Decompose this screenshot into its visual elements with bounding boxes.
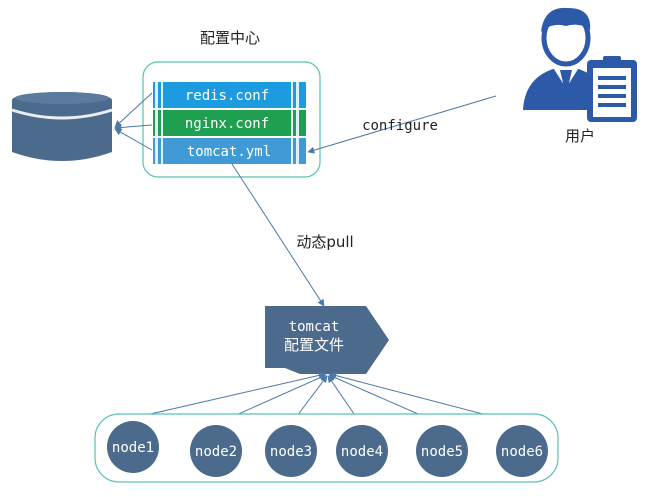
config-center-title: 配置中心 [200,29,260,47]
node-label: node5 [421,444,463,460]
node-4[interactable]: node4 [336,425,388,477]
node-6[interactable]: node6 [496,425,548,477]
node-5[interactable]: node5 [416,425,468,477]
node-label: node4 [341,444,383,460]
config-file-tomcat[interactable]: tomcat.yml [153,138,306,164]
tomcat-config-subtitle: 配置文件 [284,336,344,354]
tomcat-config-title: tomcat [289,319,340,335]
config-file-label: nginx.conf [185,116,269,132]
architecture-diagram: 配置中心 redis.conf nginx.conf tomcat.yml 用户… [11,7,637,483]
node-2[interactable]: node2 [190,425,242,477]
node-label: node6 [501,444,543,460]
database-icon [11,92,113,161]
node-label: node2 [195,444,237,460]
config-file-redis[interactable]: redis.conf [153,82,306,108]
node-1[interactable]: node1 [107,421,159,473]
node-label: node3 [270,444,312,460]
config-file-label: redis.conf [185,88,269,104]
node-label: node1 [112,440,154,456]
user-label: 用户 [565,127,595,145]
config-file-nginx[interactable]: nginx.conf [153,110,306,136]
pull-label: 动态pull [296,233,353,251]
node-cluster-panel [94,413,559,483]
configure-label: configure [362,118,438,134]
node-3[interactable]: node3 [265,425,317,477]
user-icon [523,7,637,122]
tomcat-config-shape: tomcat 配置文件 [265,306,389,374]
config-file-label: tomcat.yml [187,144,271,160]
